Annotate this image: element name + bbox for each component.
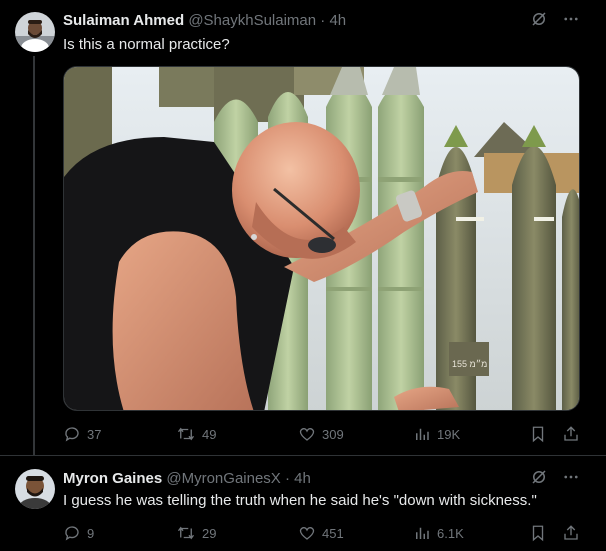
repost-icon [177,526,195,540]
author-handle[interactable]: @MyronGainesX [166,470,280,487]
like-count: 309 [322,426,344,442]
repost-count: 29 [202,525,217,541]
share-button[interactable] [562,522,580,544]
views-icon [416,527,429,539]
tweet-top-icons [530,10,580,32]
repost-button[interactable]: 49 [176,423,216,445]
tweet-text: I guess he was telling the truth when he… [63,492,537,509]
like-count: 451 [322,525,344,541]
tweet-original[interactable]: Sulaiman Ahmed @ShaykhSulaiman · 4h Is t… [0,0,606,456]
grok-icon[interactable] [530,10,548,33]
timestamp[interactable]: 4h [294,470,311,487]
views-icon [416,428,429,440]
grok-icon[interactable] [530,468,548,491]
like-icon [299,427,315,441]
bookmark-icon [532,525,544,542]
author-name[interactable]: Sulaiman Ahmed [63,12,184,29]
reply-button[interactable]: 9 [63,522,94,544]
separator-dot: · [320,12,326,29]
views-button[interactable]: 19K [413,423,460,445]
tweet-reply[interactable]: Myron Gaines @MyronGainesX · 4h I guess … [0,455,606,551]
shell-marking: מ״מ 155 [452,359,487,369]
share-button[interactable] [562,423,580,445]
like-icon [299,526,315,540]
more-icon[interactable] [562,10,580,33]
tweet-header: Myron Gaines @MyronGainesX · 4h [63,468,311,490]
avatar[interactable] [15,12,55,52]
more-icon[interactable] [562,468,580,491]
bookmark-button[interactable] [530,423,546,445]
like-button[interactable]: 309 [298,423,344,445]
avatar[interactable] [15,469,55,509]
author-name[interactable]: Myron Gaines [63,470,162,487]
tweet-actions: 9 29 451 6.1K [63,522,583,544]
thread-line [33,56,35,456]
separator-dot: · [284,470,290,487]
reply-icon [65,427,79,442]
views-count: 19K [437,426,461,442]
repost-count: 49 [202,426,217,442]
reply-icon [65,526,79,541]
share-icon [564,426,578,441]
repost-icon [177,427,195,441]
share-icon [564,525,578,540]
author-handle[interactable]: @ShaykhSulaiman [188,12,316,29]
tweet-actions: 37 49 309 19K [63,423,583,445]
tweet-text: Is this a normal practice? [63,36,230,53]
reply-button[interactable]: 37 [63,423,101,445]
tweet-header: Sulaiman Ahmed @ShaykhSulaiman · 4h [63,10,346,32]
bookmark-icon [532,426,544,443]
repost-button[interactable]: 29 [176,522,216,544]
tweet-top-icons [530,468,580,490]
tweet-photo[interactable]: מ״מ 155 [63,66,580,411]
like-button[interactable]: 451 [298,522,344,544]
bookmark-button[interactable] [530,522,546,544]
views-count: 6.1K [437,525,464,541]
reply-count: 37 [87,426,102,442]
views-button[interactable]: 6.1K [413,522,464,544]
timestamp[interactable]: 4h [329,12,346,29]
reply-count: 9 [87,525,95,541]
